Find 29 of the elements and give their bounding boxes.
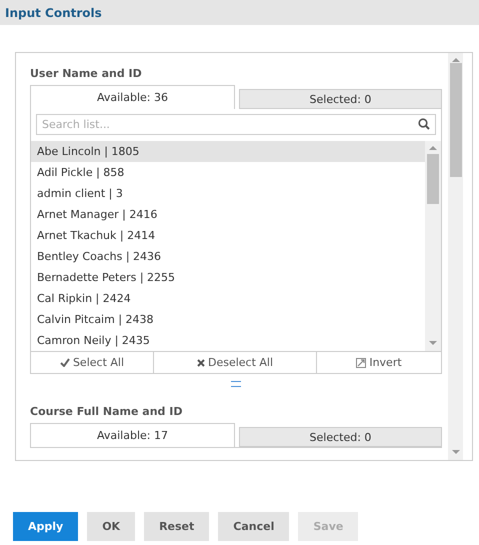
invert-icon: [356, 358, 366, 368]
scrollbar[interactable]: [425, 141, 441, 351]
list-item[interactable]: Bentley Coachs | 2436: [31, 246, 425, 267]
list-item[interactable]: Camron Neily | 2435: [31, 330, 425, 351]
section-label: Course Full Name and ID: [30, 405, 184, 418]
tab[interactable]: Available: 36: [30, 85, 235, 109]
list-item[interactable]: Bernadette Peters | 2255: [31, 267, 425, 288]
list-item[interactable]: Calvin Pitcaim | 2438: [31, 309, 425, 330]
action-button[interactable]: Apply: [13, 512, 78, 541]
list-item[interactable]: Abe Lincoln | 1805: [31, 141, 425, 162]
list-item[interactable]: admin client | 3: [31, 183, 425, 204]
list-item[interactable]: Adil Pickle | 858: [31, 162, 425, 183]
list-item[interactable]: Arnet Tkachuk | 2414: [31, 225, 425, 246]
search-field[interactable]: Search list...: [36, 114, 436, 135]
close-icon: [196, 358, 205, 366]
header-title: Input Controls: [5, 6, 102, 20]
search-icon: [418, 118, 430, 130]
scrollbar[interactable]: [448, 53, 463, 460]
tab[interactable]: Available: 17: [30, 423, 235, 447]
section-label: User Name and ID: [30, 67, 143, 80]
action-button[interactable]: Reset: [144, 512, 210, 541]
list-item[interactable]: Cal Ripkin | 2424: [31, 288, 425, 309]
check-icon: [60, 358, 70, 367]
list-item[interactable]: Arnet Manager | 2416: [31, 204, 425, 225]
action-button[interactable]: OK: [87, 512, 136, 541]
resize-handle[interactable]: [231, 381, 241, 387]
tab[interactable]: Selected: 0: [239, 89, 442, 109]
tab[interactable]: Selected: 0: [239, 427, 442, 447]
action-button[interactable]: Cancel: [218, 512, 290, 541]
